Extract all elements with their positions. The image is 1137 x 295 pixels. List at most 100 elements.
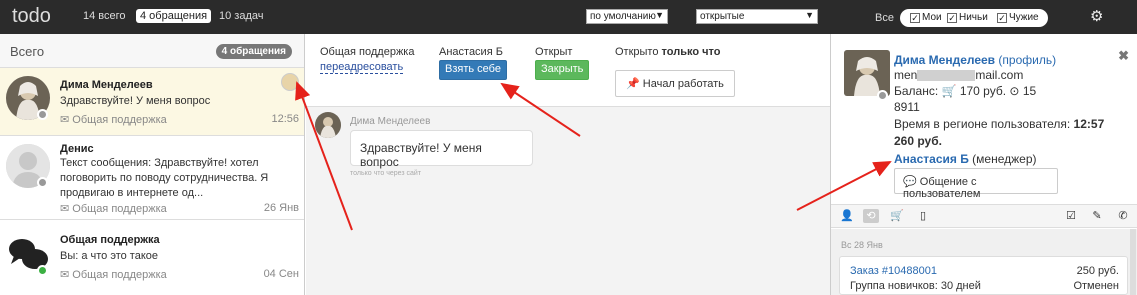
- user-phone: 8911: [894, 100, 920, 114]
- top-bar: todo 14 всего 4 обращения 10 задач по ум…: [0, 0, 1137, 34]
- filter-others[interactable]: ✓ Чужие: [997, 11, 1039, 24]
- list-header: Всего 4 обращения: [0, 34, 304, 68]
- conversation-preview: Вы: а что это такое: [60, 250, 159, 262]
- opened-time: только что: [661, 46, 721, 58]
- conversation-preview: Здравствуйте! У меня вопрос: [60, 95, 211, 107]
- pin-icon: 📌: [626, 78, 640, 90]
- envelope-icon: ✉: [60, 269, 70, 281]
- filter-mine[interactable]: ✓ Мои: [910, 11, 942, 24]
- balance-label: Баланс:: [894, 84, 939, 98]
- order-card: Заказ #10488001 250 руб. Группа новичков…: [839, 256, 1128, 295]
- cart-icon[interactable]: 🛒: [889, 209, 905, 223]
- scrollbar[interactable]: [1130, 229, 1136, 295]
- manager-role: (менеджер): [972, 152, 1037, 166]
- conversation-preview: Текст сообщения: Здравствуйте! хотел пог…: [60, 157, 269, 199]
- region-time-label: Время в регионе пользователя:: [894, 117, 1071, 131]
- offline-status-dot: [37, 177, 48, 188]
- message-meta: только что через сайт: [350, 170, 422, 177]
- offline-status-dot: [37, 109, 48, 120]
- pencil-icon[interactable]: ✎: [1089, 209, 1105, 223]
- filter-others-label: Чужие: [1009, 12, 1039, 23]
- user-amount: 260 руб.: [894, 134, 942, 148]
- tab-requests[interactable]: 4 обращения: [136, 9, 212, 23]
- chat-with-user-button[interactable]: 💬 Общение с пользователем: [894, 168, 1058, 200]
- status-select-value: открытые: [700, 11, 745, 22]
- avatar: [315, 112, 341, 138]
- conversation-toolbar: Общая поддержка переадресовать Анастасия…: [306, 34, 830, 107]
- manager-link[interactable]: Анастасия Б: [894, 152, 969, 166]
- offline-status-dot: [877, 90, 888, 101]
- sort-select[interactable]: по умолчанию ▼: [586, 9, 668, 24]
- start-work-label: Начал работать: [642, 78, 724, 90]
- conversation-dept: ✉ Общая поддержка: [60, 113, 167, 126]
- region-time-value: 12:57: [1073, 117, 1105, 131]
- redirect-link[interactable]: переадресовать: [320, 61, 404, 74]
- clock-icon: ⊙: [1009, 84, 1020, 98]
- filter-nobody-label: Ничьи: [959, 12, 988, 23]
- conversation-dept: ✉ Общая поддержка: [60, 202, 167, 215]
- opened-info: Открыто только что: [615, 46, 720, 58]
- take-button[interactable]: Взять себе: [439, 60, 507, 80]
- status-label: Открыт: [535, 46, 573, 58]
- app-title: todo: [12, 5, 51, 27]
- user-info-panel: Дима Менделеев (профиль) ✖ men mail.com Б…: [830, 34, 1137, 295]
- filter-mine-checkbox[interactable]: ✓: [910, 12, 920, 23]
- status-select[interactable]: открытые ▼: [696, 9, 818, 24]
- tab-all[interactable]: 14 всего: [83, 10, 126, 22]
- conversation-date: 04 Сен: [263, 268, 299, 280]
- conversation-dept-label: Общая поддержка: [72, 269, 167, 281]
- order-group: Группа новичков: 30 дней: [850, 280, 981, 292]
- assignee-avatar: [281, 73, 299, 91]
- filter-nobody[interactable]: ✓ Ничьи: [947, 11, 988, 24]
- conversation-date: 12:56: [271, 113, 299, 125]
- phone-icon[interactable]: ✆: [1115, 209, 1131, 223]
- conversation-view: Общая поддержка переадресовать Анастасия…: [306, 34, 830, 295]
- count-badge: 4 обращения: [215, 44, 292, 59]
- conversation-item[interactable]: Дима Менделеев Здравствуйте! У меня вопр…: [0, 68, 304, 136]
- close-icon[interactable]: ✖: [1118, 48, 1129, 64]
- user-balance: Баланс: 🛒 170 руб. ⊙ 15: [894, 84, 1036, 98]
- chat-icon: 💬: [903, 176, 917, 188]
- envelope-icon: ✉: [60, 203, 70, 215]
- checkbox-icon[interactable]: ☑: [1063, 209, 1079, 223]
- tab-tasks[interactable]: 10 задач: [219, 10, 263, 22]
- user-name-link[interactable]: Дима Менделеев: [894, 53, 995, 67]
- email-prefix: men: [894, 68, 918, 82]
- dept-label: Общая поддержка: [320, 46, 415, 58]
- conversation-dept: ✉ Общая поддержка: [60, 268, 167, 281]
- email-suffix: mail.com: [975, 68, 1024, 82]
- gear-icon[interactable]: ⚙: [1090, 7, 1103, 25]
- conversation-dept-label: Общая поддержка: [72, 114, 167, 126]
- conversation-date: 26 Янв: [263, 202, 299, 214]
- user-manager: Анастасия Б (менеджер): [894, 152, 1037, 166]
- filter-all-label: Все: [875, 12, 894, 24]
- phone-device-icon[interactable]: ▯: [915, 209, 931, 223]
- assignee-label: Анастасия Б: [439, 46, 503, 58]
- chevron-down-icon: ▼: [805, 10, 814, 20]
- user-email: men mail.com: [894, 68, 1023, 82]
- sort-select-value: по умолчанию: [590, 11, 656, 22]
- region-time: Время в регионе пользователя: 12:57: [894, 117, 1104, 131]
- user-name: Дима Менделеев (профиль): [894, 53, 1056, 67]
- user-icon[interactable]: 👤: [839, 209, 855, 223]
- online-status-dot: [37, 265, 48, 276]
- cart-icon: 🛒: [941, 84, 957, 98]
- user-panel-tabs: 👤 ⟲ 🛒 ▯ ☑ ✎ ✆: [831, 204, 1137, 228]
- conversation-dept-label: Общая поддержка: [72, 203, 167, 215]
- filter-nobody-checkbox[interactable]: ✓: [947, 12, 957, 23]
- conversation-item[interactable]: Денис Текст сообщения: Здравствуйте! хот…: [0, 136, 304, 220]
- close-button[interactable]: Закрыть: [535, 60, 590, 80]
- balance-count: 15: [1022, 84, 1037, 98]
- history-icon[interactable]: ⟲: [863, 209, 879, 223]
- conversation-name: Денис: [60, 143, 94, 155]
- conversation-name: Дима Менделеев: [60, 79, 153, 91]
- order-link[interactable]: Заказ #10488001: [850, 265, 937, 277]
- message-bubble: Здравствуйте! У меня вопрос: [350, 130, 533, 169]
- filter-others-checkbox[interactable]: ✓: [997, 12, 1007, 23]
- owner-filter-group: ✓ Мои ✓ Ничьи ✓ Чужие: [900, 9, 1048, 27]
- balance-value: 170 руб.: [959, 84, 1007, 98]
- conversation-item[interactable]: Общая поддержка Вы: а что это такое ✉ Об…: [0, 220, 304, 295]
- conversation-name: Общая поддержка: [60, 234, 160, 246]
- start-work-button[interactable]: 📌 Начал работать: [615, 70, 735, 97]
- profile-link[interactable]: (профиль): [998, 53, 1056, 67]
